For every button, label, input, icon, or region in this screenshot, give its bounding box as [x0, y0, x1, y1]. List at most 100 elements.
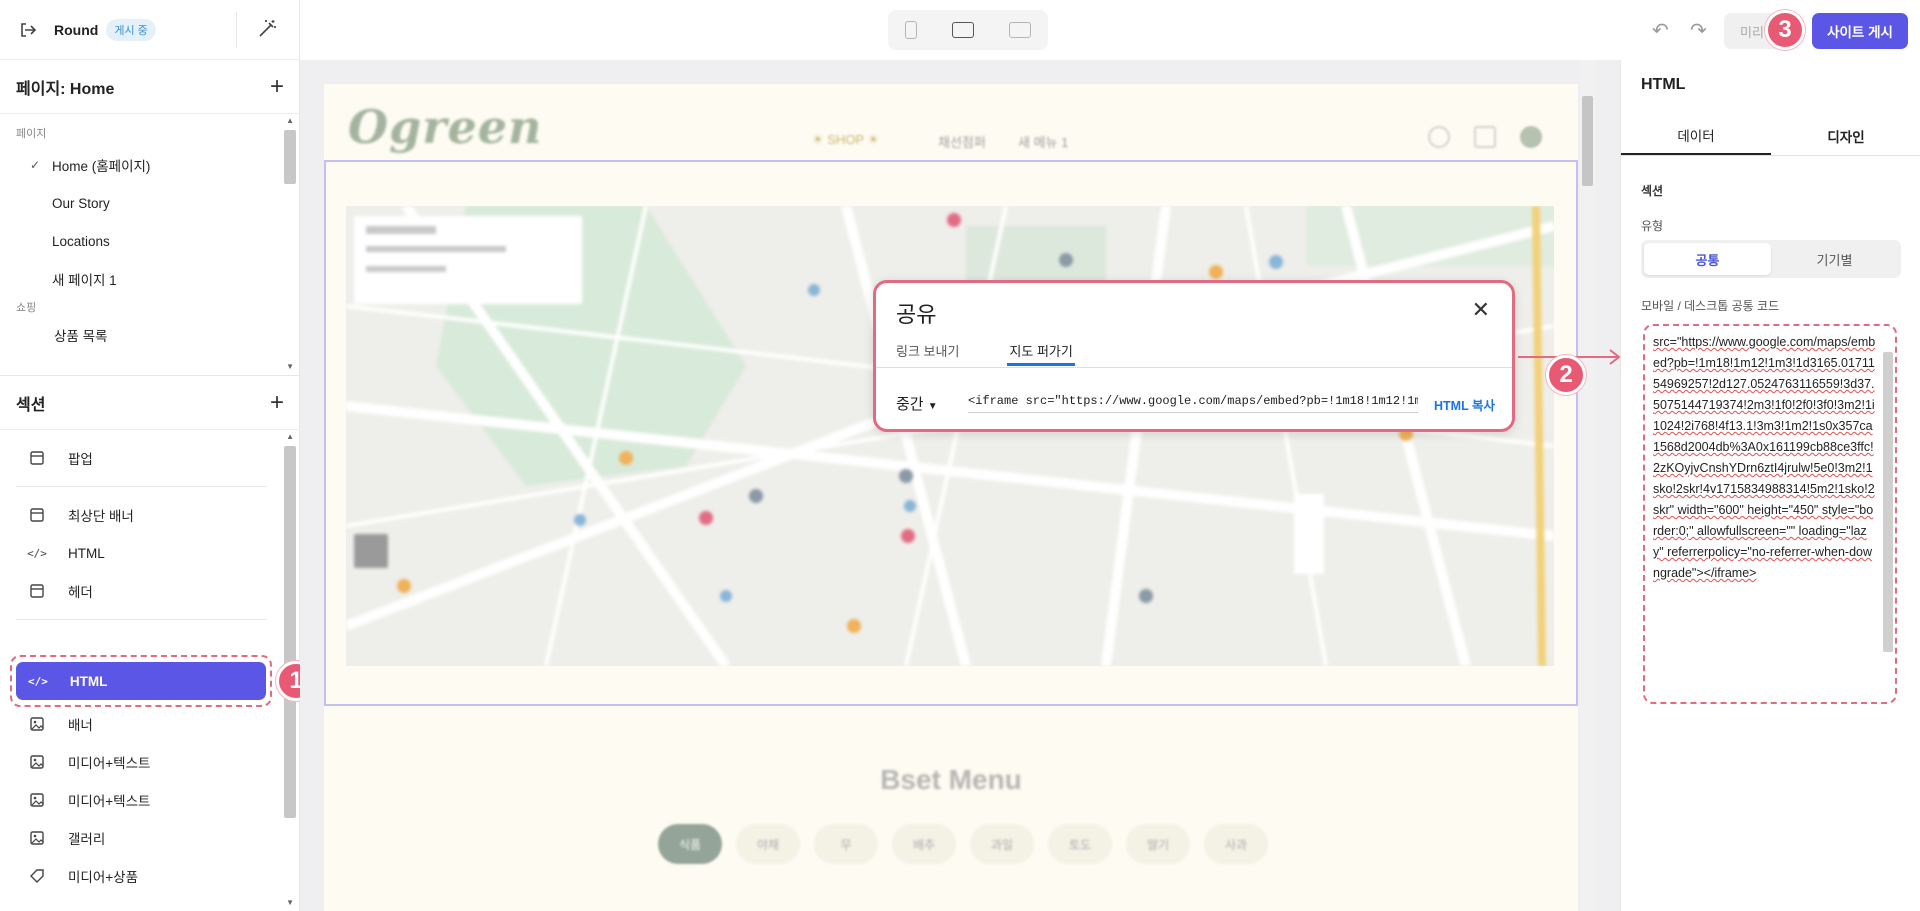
page-item-label: Our Story: [52, 195, 110, 211]
section-item-gallery[interactable]: 갤러리: [0, 819, 300, 857]
canvas-scrollbar[interactable]: [1580, 60, 1596, 911]
redo-icon[interactable]: ↷: [1690, 18, 1707, 43]
sidebar-topbar: Round 게시 중: [0, 0, 299, 60]
code-icon: </>: [28, 674, 48, 688]
type-label: 유형: [1641, 219, 1664, 233]
menu-tab[interactable]: 딸기: [1126, 824, 1190, 864]
tab-embed-map[interactable]: 지도 퍼가기: [1007, 341, 1076, 366]
share-tabs: 링크 보내기 지도 퍼가기: [896, 341, 1076, 366]
menu-tab[interactable]: 토도: [1048, 824, 1112, 864]
size-select[interactable]: 중간 ▼: [896, 393, 938, 414]
magic-wand-icon[interactable]: [256, 18, 278, 40]
scroll-up-icon[interactable]: ▲: [286, 116, 294, 125]
section-item-html[interactable]: </> HTML: [0, 534, 300, 572]
exit-icon[interactable]: [18, 20, 38, 40]
tab-data[interactable]: 데이터: [1621, 116, 1771, 155]
chevron-down-icon: ▼: [927, 401, 938, 412]
page-item-label: Home (홈페이지): [52, 159, 151, 174]
share-divider: [876, 367, 1512, 368]
undo-icon[interactable]: ↶: [1652, 18, 1669, 43]
publish-button[interactable]: 사이트 게시: [1812, 13, 1908, 49]
section-item-media-text[interactable]: 미디어+텍스트: [0, 743, 300, 781]
desktop-view-icon[interactable]: [951, 22, 974, 38]
sections-panel: 섹션 + 팝업 최상단 배너 </>HTML 헤더 상품 배너 미디어+텍스트 …: [0, 376, 300, 911]
sections-header: 섹션 +: [0, 376, 300, 430]
tab-send-link[interactable]: 링크 보내기: [896, 341, 959, 360]
search-icon[interactable]: [1428, 126, 1450, 148]
image-icon: [28, 829, 46, 847]
code-text: src="https://www.google.com/maps/embed?p…: [1653, 335, 1876, 580]
scroll-down-icon[interactable]: ▼: [286, 898, 294, 907]
page-item-home[interactable]: ✓ Home (홈페이지): [0, 146, 300, 184]
size-select-value: 중간: [896, 396, 924, 413]
sections-scrollbar[interactable]: [284, 446, 296, 818]
code-icon: </>: [27, 546, 47, 560]
status-badge: 게시 중: [106, 18, 156, 41]
topbar-divider: [236, 12, 237, 48]
page-item-product-list[interactable]: 상품 목록: [0, 316, 300, 354]
section-item-banner[interactable]: 배너: [0, 705, 300, 743]
html-code-textarea[interactable]: src="https://www.google.com/maps/embed?p…: [1643, 324, 1897, 704]
login-icon[interactable]: [1474, 126, 1496, 148]
section-item-media-text-2[interactable]: 미디어+텍스트: [0, 781, 300, 819]
tab-design[interactable]: 디자인: [1771, 116, 1920, 155]
section-item-label: 미디어+텍스트: [68, 756, 151, 771]
section-item-header[interactable]: 헤더: [0, 572, 300, 610]
tablet-view-icon[interactable]: [1008, 22, 1031, 38]
embed-code-field[interactable]: <iframe src="https://www.google.com/maps…: [968, 391, 1418, 413]
section-item-html-selected[interactable]: </> HTML: [16, 662, 266, 700]
share-dialog-title: 공유: [896, 302, 937, 327]
mobile-view-icon[interactable]: [905, 21, 918, 39]
section-divider: [16, 619, 266, 620]
pages-scrollbar[interactable]: [284, 130, 296, 184]
menu-tab[interactable]: 야채: [736, 824, 800, 864]
sections-title: 섹션: [16, 396, 46, 414]
canvas-scroll-thumb[interactable]: [1582, 96, 1593, 186]
section-item-popup[interactable]: 팝업: [0, 439, 300, 477]
copy-html-button[interactable]: HTML 복사: [1434, 395, 1495, 414]
add-section-icon[interactable]: +: [270, 390, 284, 415]
image-icon: [28, 753, 46, 771]
section-item-label: HTML: [69, 673, 108, 689]
page-item-locations[interactable]: Locations: [0, 222, 300, 260]
site-nav-item[interactable]: 새 메뉴 1: [1018, 132, 1068, 151]
pages-title: 페이지: Home: [16, 80, 115, 98]
menu-tab[interactable]: 사과: [1204, 824, 1268, 864]
menu-tab[interactable]: 무: [814, 824, 878, 864]
code-scrollbar[interactable]: [1883, 352, 1893, 652]
page-item-our-story[interactable]: Our Story: [0, 184, 300, 222]
section-item-label: 갤러리: [68, 832, 106, 847]
site-logo: Ogreen: [348, 100, 543, 154]
section-item-top-banner[interactable]: 최상단 배너: [0, 496, 300, 534]
site-nav-item[interactable]: ☀ SHOP ☀: [812, 132, 879, 148]
image-icon: [28, 715, 46, 733]
add-page-icon[interactable]: +: [270, 74, 284, 99]
menu-tab[interactable]: 식품: [658, 824, 722, 864]
section-item-label: 최상단 배너: [68, 509, 134, 524]
page-item-label: 상품 목록: [54, 329, 108, 344]
pages-sub-label: 페이지: [16, 128, 47, 140]
type-option-per-device[interactable]: 기기별: [1771, 243, 1898, 275]
check-icon: ✓: [30, 158, 41, 172]
google-map[interactable]: [346, 206, 1554, 666]
callout-3: 3: [1765, 10, 1805, 50]
panel-tabs: 데이터 디자인: [1621, 116, 1920, 156]
site-nav-item[interactable]: 채선점퍼: [938, 132, 986, 151]
section-item-label: 미디어+텍스트: [68, 794, 151, 809]
scroll-up-icon[interactable]: ▲: [286, 432, 294, 441]
type-option-common[interactable]: 공통: [1644, 243, 1771, 275]
code-label: 모바일 / 데스크톱 공통 코드: [1641, 299, 1780, 313]
image-icon: [28, 867, 46, 885]
cart-icon[interactable]: [1520, 126, 1542, 148]
section-item-label: HTML: [68, 545, 105, 561]
top-toolbar: ↶ ↷ 미리 사이트 게시: [300, 0, 1920, 60]
device-switcher: [888, 10, 1048, 50]
menu-tab[interactable]: 과일: [970, 824, 1034, 864]
menu-tab[interactable]: 배추: [892, 824, 956, 864]
scroll-down-icon[interactable]: ▼: [286, 362, 294, 371]
close-icon[interactable]: ✕: [1472, 297, 1490, 323]
section-item-media-product[interactable]: 미디어+상품: [0, 857, 300, 895]
shop-sub-label: 쇼핑: [16, 302, 37, 314]
site-name: Round: [54, 21, 99, 38]
page-item-new-page[interactable]: 새 페이지 1: [0, 260, 300, 298]
